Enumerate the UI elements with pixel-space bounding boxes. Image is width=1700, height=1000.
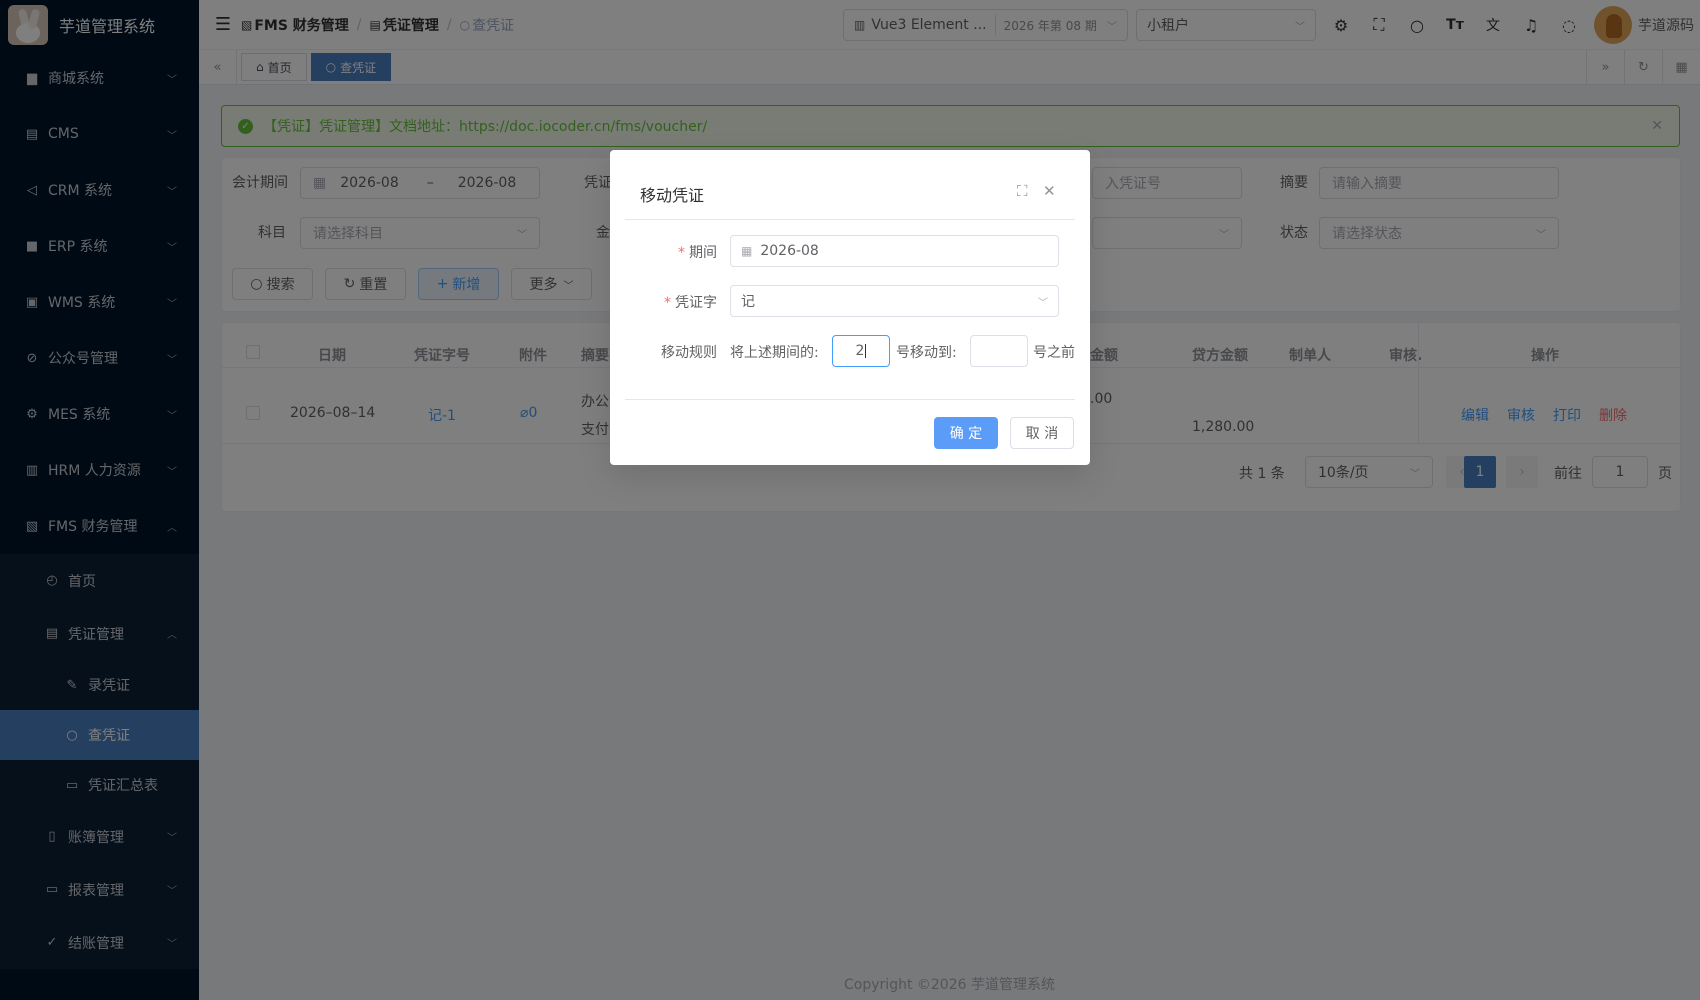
label-text: 凭证字 xyxy=(675,295,717,311)
move-from-input[interactable]: 2 xyxy=(832,335,890,367)
voucher-word-select[interactable]: 记 ﹀ xyxy=(730,285,1059,317)
maximize-icon[interactable]: ⛶ xyxy=(1017,182,1028,200)
rule-suffix: 号之前 xyxy=(1033,345,1075,361)
move-voucher-dialog: 移动凭证 ⛶ ✕ * 期间 ▦ 2026-08 * 凭证字 记 ﹀ 移动规则 将上述… xyxy=(610,150,1090,465)
period-label: * 期间 xyxy=(678,245,717,261)
rule-prefix: 将上述期间的: xyxy=(730,345,819,361)
calendar-icon: ▦ xyxy=(741,244,753,258)
word-value: 记 xyxy=(741,294,755,310)
move-to-input[interactable] xyxy=(970,335,1028,367)
button-label: 取 消 xyxy=(1025,426,1059,442)
rule-label: 移动规则 xyxy=(661,345,717,361)
rule-middle: 号移动到: xyxy=(896,345,957,361)
chevron-down-icon: ﹀ xyxy=(1038,297,1048,309)
input-value: 2 xyxy=(855,343,865,359)
close-icon[interactable]: ✕ xyxy=(1043,182,1056,200)
word-label: * 凭证字 xyxy=(664,295,717,311)
period-value: 2026-08 xyxy=(760,243,819,259)
label-text: 期间 xyxy=(689,245,717,261)
dialog-title: 移动凭证 xyxy=(640,186,705,205)
cancel-button[interactable]: 取 消 xyxy=(1010,417,1074,449)
confirm-button[interactable]: 确 定 xyxy=(934,417,998,449)
period-picker[interactable]: ▦ 2026-08 xyxy=(730,235,1059,267)
button-label: 确 定 xyxy=(949,426,983,442)
